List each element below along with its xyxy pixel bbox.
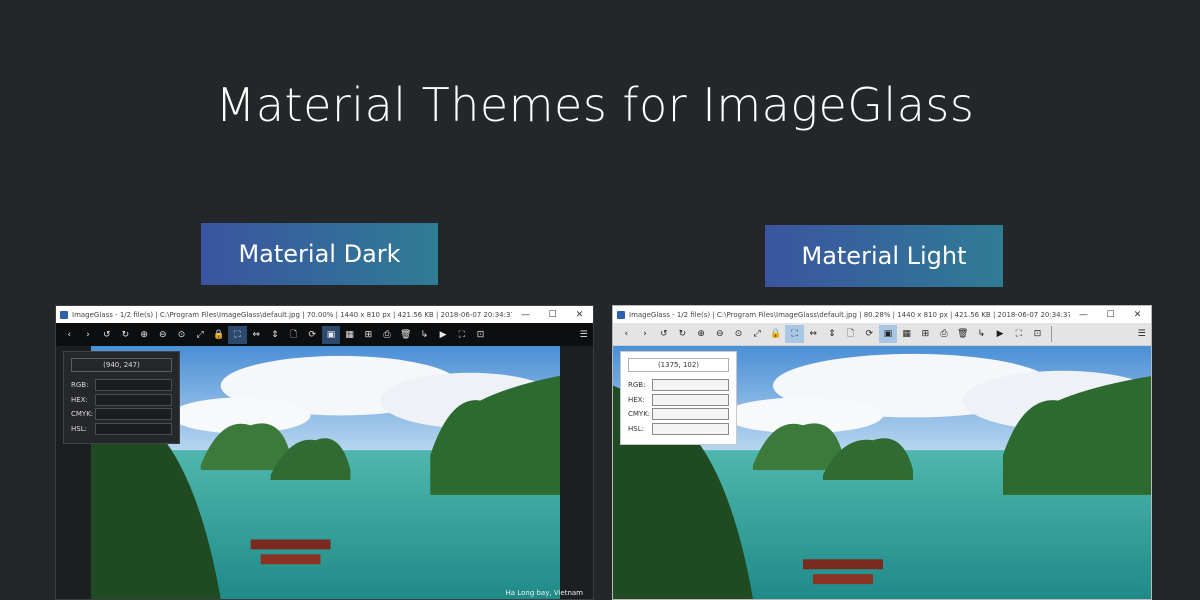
menu-icon[interactable]: ☰ <box>1132 325 1151 343</box>
actual-size-icon[interactable]: ⤢ <box>191 326 210 344</box>
rotate-right-icon[interactable]: ↻ <box>673 325 692 343</box>
window-title: ImageGlass - 1/2 file(s) | C:\Program Fi… <box>72 310 512 319</box>
fit-width-icon[interactable]: ⇔ <box>247 326 266 344</box>
image-viewport[interactable]: (1375, 102) RGB: HEX: CMYK: HSL: <box>613 346 1151 599</box>
zoom-fit-icon[interactable]: ⊙ <box>729 325 748 343</box>
open-file-icon[interactable]: 🗋 <box>284 326 303 344</box>
print-icon[interactable]: ⎙ <box>378 326 397 344</box>
scale-to-fit-icon[interactable]: ⛶ <box>228 325 247 344</box>
zoom-in-icon[interactable]: ⊕ <box>135 326 154 344</box>
title-bar[interactable]: ImageGlass - 1/2 file(s) | C:\Program Fi… <box>56 306 593 323</box>
hsl-field[interactable] <box>652 422 729 435</box>
imageglass-window-light: ImageGlass - 1/2 file(s) | C:\Program Fi… <box>612 305 1152 600</box>
cmyk-field[interactable] <box>95 408 172 421</box>
cursor-coordinates: (1375, 102) <box>628 358 729 372</box>
print-icon[interactable]: ⎙ <box>935 325 954 343</box>
imageglass-window-dark: ImageGlass - 1/2 file(s) | C:\Program Fi… <box>55 305 594 600</box>
hex-field[interactable] <box>652 393 729 406</box>
forward-icon[interactable]: › <box>636 325 655 343</box>
window-title: ImageGlass - 1/2 file(s) | C:\Program Fi… <box>629 310 1070 319</box>
minimize-button[interactable]: — <box>512 310 539 320</box>
fit-height-icon[interactable]: ⇕ <box>266 326 285 344</box>
toolbar: ‹ › ↺ ↻ ⊕ ⊖ ⊙ ⤢ 🔒 ⛶ ⇔ ⇕ 🗋 ⟳ ▣ ▦ ⊞ ⎙ 🗑 ↳ … <box>613 323 1151 346</box>
photo-caption: Ha Long bay, Vietnam <box>505 589 583 597</box>
material-light-badge: Material Light <box>765 225 1003 287</box>
goto-icon[interactable]: ↳ <box>415 326 434 344</box>
fit-height-icon[interactable]: ⇕ <box>823 325 842 343</box>
cmyk-label: CMYK: <box>71 410 94 419</box>
delete-icon[interactable]: 🗑 <box>953 325 972 343</box>
close-button[interactable]: ✕ <box>566 310 593 320</box>
menu-icon[interactable]: ☰ <box>574 326 593 344</box>
hsl-label: HSL: <box>71 424 87 433</box>
hex-label: HEX: <box>628 395 645 404</box>
fit-width-icon[interactable]: ⇔ <box>804 325 823 343</box>
zoom-out-icon[interactable]: ⊖ <box>153 326 172 344</box>
slideshow-icon[interactable]: ▶ <box>991 325 1010 343</box>
scale-to-fit-icon[interactable]: ⛶ <box>785 325 804 343</box>
imageglass-app-icon <box>60 310 68 319</box>
hsl-label: HSL: <box>628 424 644 433</box>
minimize-button[interactable]: — <box>1070 310 1097 320</box>
back-icon[interactable]: ‹ <box>60 326 79 344</box>
hex-label: HEX: <box>71 395 88 404</box>
rgb-label: RGB: <box>71 381 89 390</box>
material-dark-badge: Material Dark <box>201 223 438 285</box>
rotate-right-icon[interactable]: ↻ <box>116 326 135 344</box>
hsl-field[interactable] <box>95 422 172 435</box>
frameless-icon[interactable]: ⊡ <box>1028 325 1047 343</box>
thumbnails-icon[interactable]: ▦ <box>340 326 359 344</box>
refresh-icon[interactable]: ⟳ <box>303 326 322 344</box>
zoom-out-icon[interactable]: ⊖ <box>710 325 729 343</box>
slideshow-icon[interactable]: ▶ <box>434 326 453 344</box>
actual-size-icon[interactable]: ⤢ <box>748 325 767 343</box>
maximize-button[interactable]: ☐ <box>539 310 566 320</box>
cmyk-field[interactable] <box>652 408 729 421</box>
rgb-label: RGB: <box>628 381 646 390</box>
color-picker-icon[interactable]: ▣ <box>878 325 898 343</box>
checkerboard-icon[interactable]: ⊞ <box>916 325 935 343</box>
color-picker-panel: (1375, 102) RGB: HEX: CMYK: HSL: <box>620 351 737 445</box>
hex-field[interactable] <box>95 393 172 406</box>
title-bar[interactable]: ImageGlass - 1/2 file(s) | C:\Program Fi… <box>613 306 1151 323</box>
lock-zoom-icon[interactable]: 🔒 <box>767 325 786 343</box>
refresh-icon[interactable]: ⟳ <box>860 325 879 343</box>
cmyk-label: CMYK: <box>628 410 651 419</box>
rotate-left-icon[interactable]: ↺ <box>97 326 116 344</box>
rotate-left-icon[interactable]: ↺ <box>654 325 673 343</box>
toolbar: ‹ › ↺ ↻ ⊕ ⊖ ⊙ ⤢ 🔒 ⛶ ⇔ ⇕ 🗋 ⟳ ▣ ▦ ⊞ ⎙ 🗑 ↳ … <box>56 323 593 346</box>
zoom-in-icon[interactable]: ⊕ <box>692 325 711 343</box>
color-picker-panel: (940, 247) RGB: HEX: CMYK: HSL: <box>63 351 180 444</box>
forward-icon[interactable]: › <box>79 326 98 344</box>
thumbnails-icon[interactable]: ▦ <box>897 325 916 343</box>
imageglass-app-icon <box>617 310 625 319</box>
open-file-icon[interactable]: 🗋 <box>841 325 860 343</box>
back-icon[interactable]: ‹ <box>617 325 636 343</box>
fullscreen-icon[interactable]: ⛶ <box>1009 325 1028 343</box>
lock-zoom-icon[interactable]: 🔒 <box>210 326 229 344</box>
color-picker-icon[interactable]: ▣ <box>321 325 341 344</box>
image-viewport[interactable]: (940, 247) RGB: HEX: CMYK: HSL: Ha Long … <box>56 346 593 599</box>
rgb-field[interactable] <box>652 379 729 392</box>
rgb-field[interactable] <box>95 379 172 392</box>
frameless-icon[interactable]: ⊡ <box>471 326 490 344</box>
delete-icon[interactable]: 🗑 <box>396 326 415 344</box>
close-button[interactable]: ✕ <box>1124 310 1151 320</box>
cursor-coordinates: (940, 247) <box>71 358 172 372</box>
fullscreen-icon[interactable]: ⛶ <box>452 326 471 344</box>
checkerboard-icon[interactable]: ⊞ <box>359 326 378 344</box>
maximize-button[interactable]: ☐ <box>1097 310 1124 320</box>
page-title: Material Themes for ImageGlass <box>215 78 975 132</box>
toolbar-separator <box>1050 326 1052 342</box>
zoom-fit-icon[interactable]: ⊙ <box>172 326 191 344</box>
goto-icon[interactable]: ↳ <box>972 325 991 343</box>
